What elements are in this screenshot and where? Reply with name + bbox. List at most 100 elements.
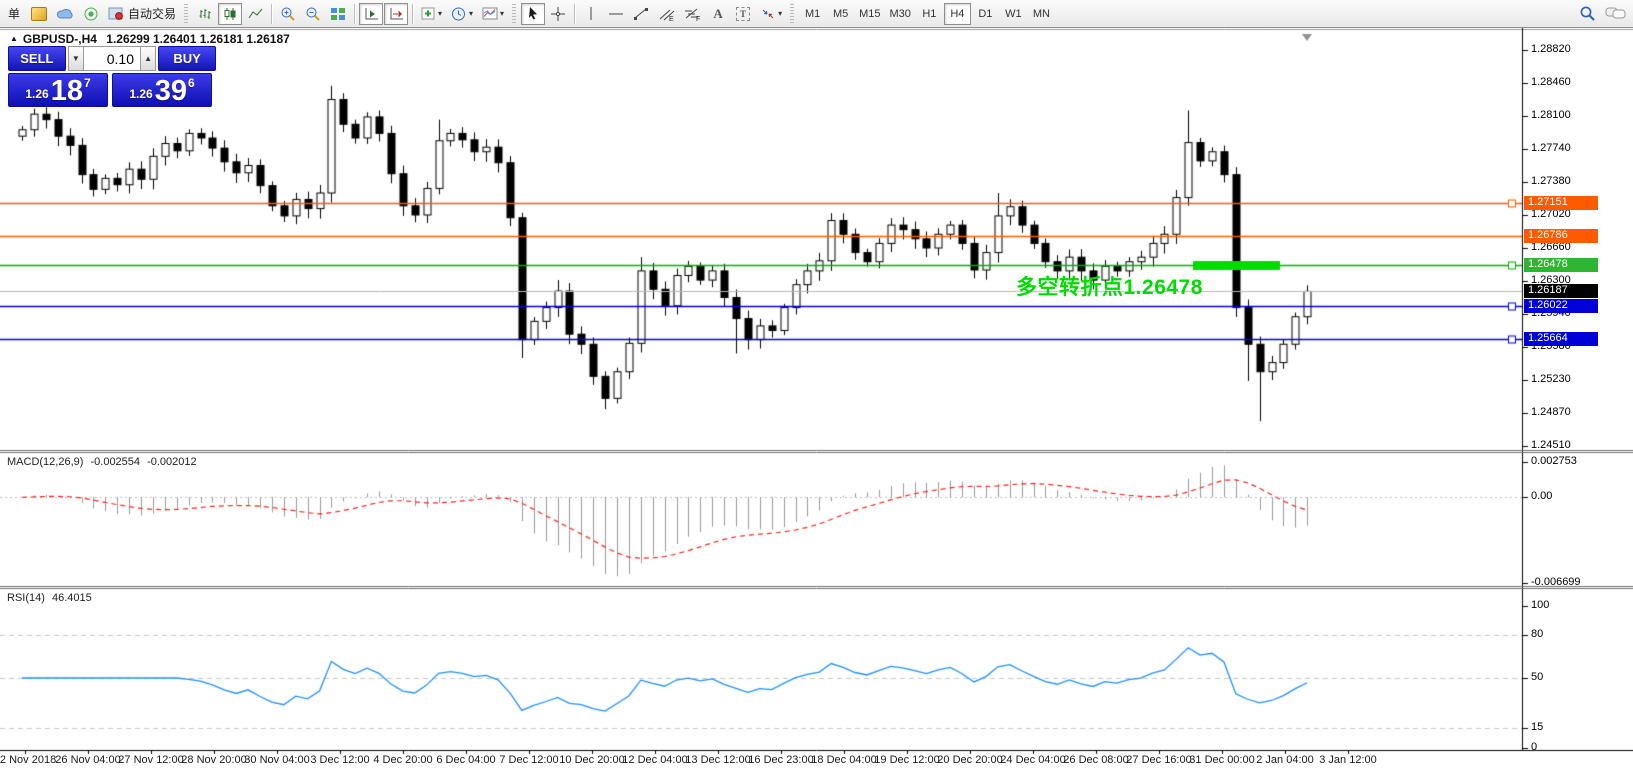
volume-input[interactable] [84, 46, 140, 71]
new-order-button[interactable]: 单 [2, 3, 26, 25]
chart-canvas[interactable] [0, 28, 1633, 775]
chevron-down-icon: ▾ [469, 9, 473, 18]
horizontal-line-button[interactable] [604, 3, 628, 25]
level-price-badge: 1.27151 [1524, 196, 1598, 210]
zoom-in-button[interactable] [276, 3, 300, 25]
level-price-badge: 1.25664 [1524, 332, 1598, 346]
text-label-button[interactable]: T [731, 3, 755, 25]
toolbar-grip [790, 4, 794, 24]
crosshair-button[interactable] [546, 3, 570, 25]
rsi-tick-label: 0 [1531, 741, 1537, 753]
time-tick-label: 26 Nov 04:00 [55, 754, 120, 766]
price-tick-label: 1.24870 [1531, 406, 1571, 418]
time-tick-label: 28 Nov 20:00 [181, 754, 246, 766]
chart-title: ▲GBPUSD-,H4 1.26299 1.26401 1.26181 1.26… [10, 32, 290, 46]
level-price-badge: 1.26478 [1524, 258, 1598, 272]
chat-button[interactable] [1601, 3, 1631, 25]
indicators-button[interactable]: ▾ [417, 3, 446, 25]
toolbar-separator [354, 4, 355, 24]
fibonacci-button[interactable]: F [680, 3, 705, 25]
trade-panel-price-row: 1.26187 1.26396 [8, 73, 216, 107]
time-tick-label: 3 Jan 12:00 [1319, 754, 1377, 766]
trendline-button[interactable] [629, 3, 653, 25]
timeframe-m1-button[interactable]: M1 [799, 3, 826, 25]
toolbar-separator [271, 4, 272, 24]
time-tick-label: 18 Dec 04:00 [811, 754, 876, 766]
vertical-line-button[interactable] [579, 3, 603, 25]
autotrading-button[interactable]: 自动交易 [104, 3, 180, 25]
bar-chart-button[interactable] [193, 3, 217, 25]
candlestick-chart-icon [223, 7, 238, 21]
toolbar-separator [412, 4, 413, 24]
timeframe-h4-button[interactable]: H4 [944, 3, 971, 25]
sell-price-button[interactable]: 1.26187 [8, 73, 108, 107]
clock-icon [451, 6, 467, 22]
auto-scroll-icon [364, 7, 379, 21]
time-tick-label: 30 Nov 04:00 [244, 754, 309, 766]
tile-windows-button[interactable] [326, 3, 350, 25]
buy-button[interactable]: BUY [158, 46, 216, 71]
timeframe-h1-button[interactable]: H1 [916, 3, 943, 25]
cursor-button[interactable] [521, 3, 545, 25]
toolbar-separator [574, 4, 575, 24]
buy-price-button[interactable]: 1.26396 [112, 73, 212, 107]
signals-button[interactable] [79, 3, 103, 25]
timeframe-w1-button[interactable]: W1 [1000, 3, 1027, 25]
time-tick-label: 7 Dec 12:00 [499, 754, 558, 766]
crosshair-icon [550, 6, 566, 22]
timeframe-m30-button[interactable]: M30 [885, 3, 914, 25]
sell-price-sup: 7 [84, 76, 91, 90]
template-icon [482, 7, 498, 21]
time-tick-label: 13 Dec 12:00 [685, 754, 750, 766]
signals-icon [83, 6, 99, 22]
macd-label: MACD(12,26,9) -0.002554 -0.002012 [7, 456, 197, 468]
time-tick-label: 3 Dec 12:00 [310, 754, 369, 766]
price-axis[interactable] [1523, 28, 1633, 750]
time-tick-label: 10 Dec 20:00 [559, 754, 624, 766]
macd-tick-label: 0.00 [1531, 490, 1552, 502]
time-tick-label: 12 Dec 04:00 [622, 754, 687, 766]
one-click-trading-panel: SELL ▼ ▲ BUY 1.26187 1.26396 [8, 46, 216, 107]
time-tick-label: 31 Dec 00:00 [1189, 754, 1254, 766]
buy-price-sup: 6 [188, 76, 195, 90]
macd-tick-label: 0.002753 [1531, 455, 1577, 467]
price-tick-label: 1.28460 [1531, 76, 1571, 88]
auto-scroll-button[interactable] [359, 3, 383, 25]
timeframe-m15-button[interactable]: M15 [855, 3, 884, 25]
timeframe-d1-button[interactable]: D1 [972, 3, 999, 25]
timeframe-mn-button[interactable]: MN [1028, 3, 1055, 25]
chevron-down-icon: ▾ [500, 9, 504, 18]
chart-shift-button[interactable] [384, 3, 408, 25]
volume-decrease-button[interactable]: ▼ [68, 46, 84, 71]
vertical-line-icon [586, 6, 596, 21]
equidistant-channel-button[interactable]: E [654, 3, 679, 25]
zoom-out-button[interactable] [301, 3, 325, 25]
toolbar-grip [512, 4, 516, 24]
rsi-tick-label: 50 [1531, 671, 1543, 683]
line-chart-button[interactable] [243, 3, 267, 25]
sell-price-prefix: 1.26 [25, 87, 48, 101]
arrows-button[interactable]: ▾ [756, 3, 786, 25]
search-button[interactable] [1575, 3, 1600, 25]
sell-button[interactable]: SELL [8, 46, 66, 71]
equidistant-channel-icon: E [658, 6, 675, 21]
fibonacci-icon: F [684, 6, 701, 21]
chevron-down-icon: ▾ [438, 9, 442, 18]
volume-increase-button[interactable]: ▲ [140, 46, 156, 71]
text-icon: A [713, 6, 722, 22]
time-tick-label: 2 Jan 04:00 [1256, 754, 1314, 766]
collapse-icon[interactable]: ▲ [10, 34, 18, 43]
candlestick-chart-button[interactable] [218, 3, 242, 25]
templates-button[interactable]: ▾ [478, 3, 508, 25]
toolbar: 单 自动交易 [0, 0, 1633, 28]
cloud-icon [56, 7, 74, 21]
current-price-badge: 1.26187 [1524, 284, 1598, 298]
market-button[interactable] [27, 3, 51, 25]
time-tick-label: 6 Dec 04:00 [436, 754, 495, 766]
periods-button[interactable]: ▾ [447, 3, 477, 25]
timeframe-m5-button[interactable]: M5 [827, 3, 854, 25]
text-button[interactable]: A [706, 3, 730, 25]
svg-text:F: F [696, 16, 700, 21]
chart-ohlc-values: 1.26299 1.26401 1.26181 1.26187 [106, 32, 290, 46]
mql5-community-button[interactable] [52, 3, 78, 25]
